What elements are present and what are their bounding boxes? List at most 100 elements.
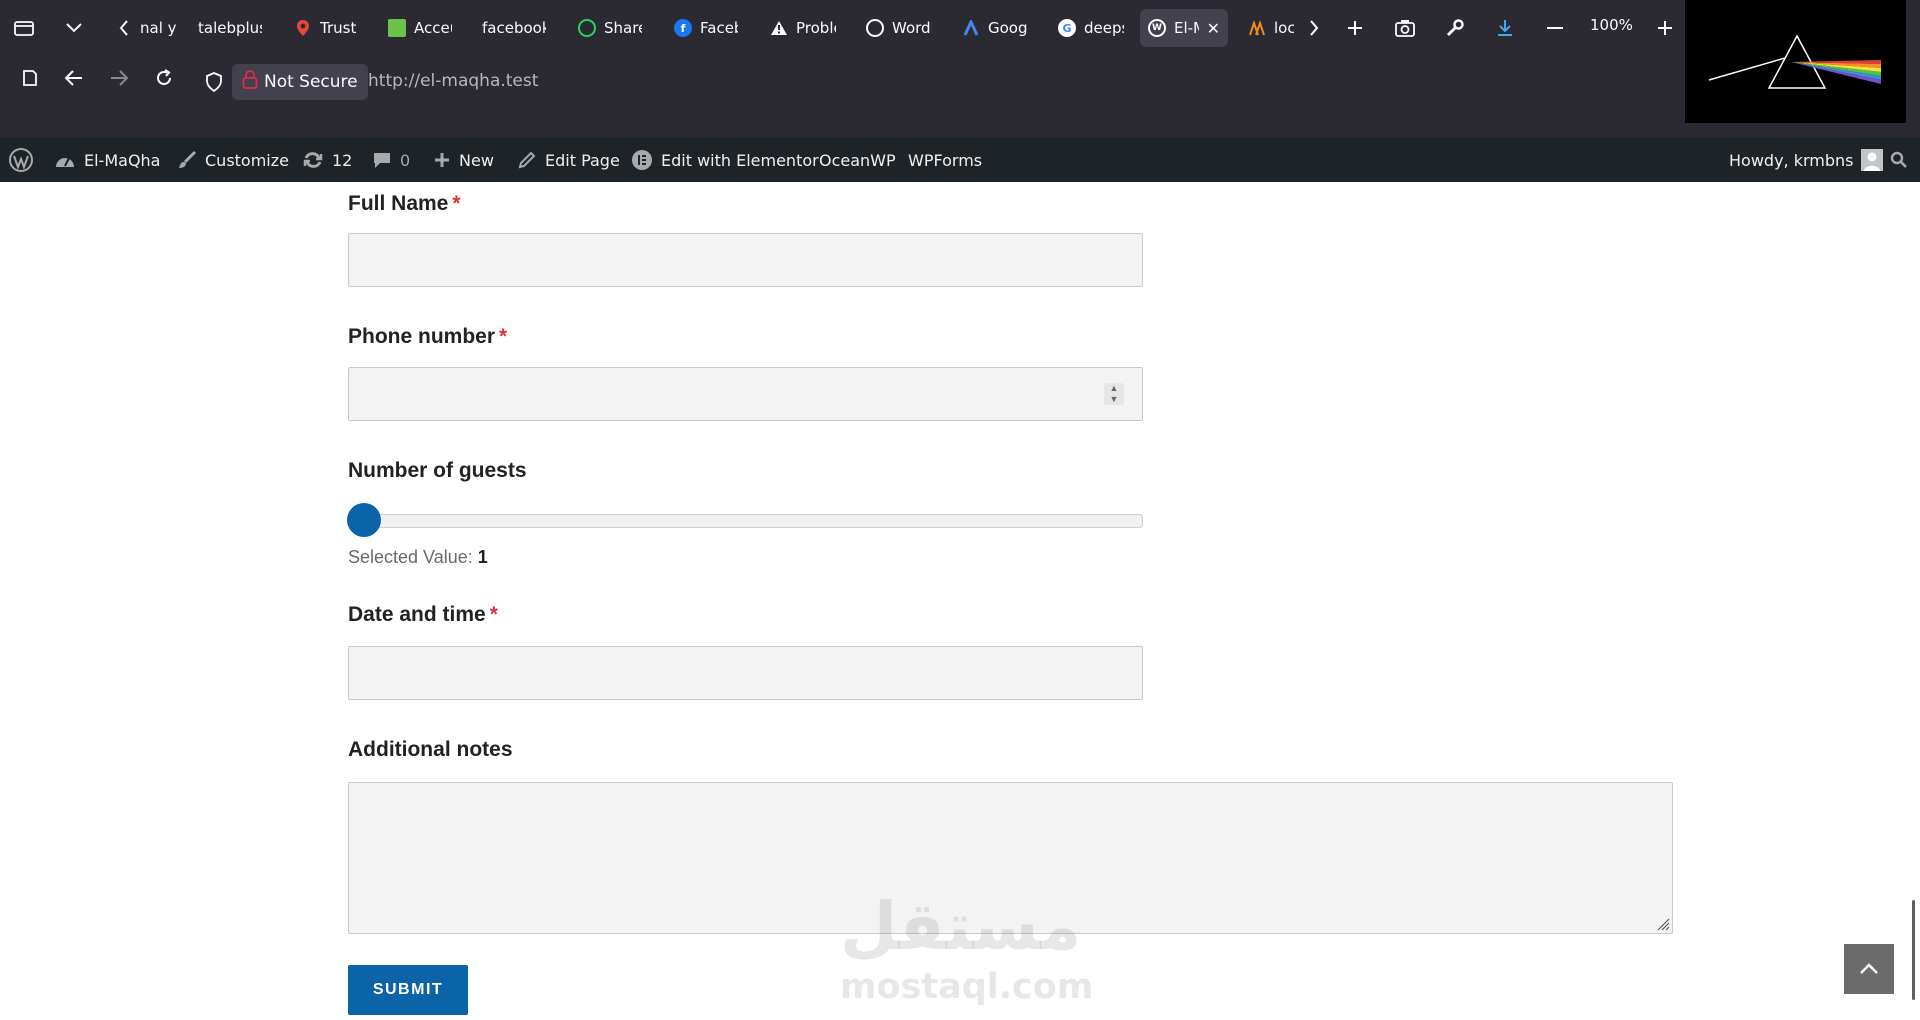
guests-slider-handle[interactable] <box>347 503 381 537</box>
tab-label: talebplusn <box>198 19 262 37</box>
new-label: New <box>459 150 494 170</box>
comments-link[interactable]: 0 <box>372 138 410 182</box>
screenshot-icon[interactable] <box>1389 12 1421 44</box>
page-scrollbar[interactable] <box>1912 900 1915 1000</box>
wpforms-menu[interactable]: WPForms <box>908 138 982 182</box>
tab-8[interactable]: WordI <box>858 9 940 47</box>
zoom-level[interactable]: 100% <box>1590 16 1633 34</box>
new-tab-icon[interactable] <box>1339 12 1371 44</box>
dashboard-gauge-icon <box>54 151 76 169</box>
security-label: Not Secure <box>264 72 358 92</box>
firefox-view-icon[interactable] <box>8 12 40 44</box>
tab-label: loca <box>1274 19 1294 37</box>
required-mark: * <box>499 325 508 348</box>
url-text[interactable]: http://el-maqha.test <box>368 71 538 91</box>
submit-button[interactable]: SUBMIT <box>348 965 468 1015</box>
laragon-icon <box>1248 19 1266 37</box>
account-menu[interactable]: Howdy, krmbns <box>1729 138 1884 182</box>
tab-label: WordI <box>892 19 932 37</box>
insecure-lock-icon <box>242 69 258 95</box>
tab-label: Acceu <box>414 19 452 37</box>
zoom-in-icon[interactable] <box>1649 12 1681 44</box>
site-name: El-MaQha <box>84 150 161 170</box>
prism-thumbnail <box>1685 0 1906 123</box>
edit-page-link[interactable]: Edit Page <box>517 138 620 182</box>
full-name-input[interactable] <box>348 233 1143 287</box>
watermark-latin: mostaql.com <box>840 967 1094 1007</box>
download-icon[interactable] <box>1489 12 1521 44</box>
phone-number-input[interactable]: ▲ ▼ <box>348 367 1143 421</box>
tab-9[interactable]: Googl <box>954 9 1036 47</box>
zoom-out-icon[interactable] <box>1539 12 1571 44</box>
wp-logo-menu[interactable] <box>8 138 34 182</box>
customize-link[interactable]: Customize <box>177 138 289 182</box>
tab-4[interactable]: facebook.c <box>474 9 554 47</box>
tab-1[interactable]: talebplusn <box>190 9 270 47</box>
howdy-label: Howdy, krmbns <box>1729 150 1854 170</box>
search-icon <box>1890 151 1908 169</box>
tab-3[interactable]: Acceu <box>380 9 460 47</box>
tab-bar: nal y talebplusn Trust L Acceu facebook.… <box>0 0 1685 56</box>
required-mark: * <box>489 603 498 626</box>
forward-icon[interactable] <box>103 62 135 94</box>
label-text: Full Name <box>348 192 449 215</box>
chevron-up-icon <box>1860 963 1878 974</box>
edit-page-label: Edit Page <box>545 150 620 170</box>
reload-icon[interactable] <box>148 62 180 94</box>
watermark: مستقل mostaql.com <box>840 887 1094 1007</box>
oceanwp-menu[interactable]: OceanWP <box>819 138 896 182</box>
edit-elementor-label: Edit with Elementor <box>661 150 819 170</box>
additional-notes-label: Additional notes <box>348 738 513 762</box>
admin-search[interactable] <box>1890 138 1908 182</box>
date-time-input[interactable] <box>348 646 1143 700</box>
customize-label: Customize <box>205 150 289 170</box>
tab-0[interactable]: nal y <box>132 9 187 47</box>
wrench-icon[interactable] <box>1439 12 1471 44</box>
scroll-to-top-button[interactable] <box>1844 944 1894 994</box>
updates-link[interactable]: 12 <box>302 138 352 182</box>
tab-label: Faceb <box>700 19 738 37</box>
guests-slider-track[interactable] <box>348 514 1143 528</box>
tab-label: Googl <box>988 19 1028 37</box>
tab-6[interactable]: f Faceb <box>666 9 746 47</box>
tab-5[interactable]: Share <box>570 9 650 47</box>
site-name-menu[interactable]: El-MaQha <box>54 138 160 182</box>
browser-chrome: nal y talebplusn Trust L Acceu facebook.… <box>0 0 1920 138</box>
tab-label: El-M <box>1174 19 1199 37</box>
required-mark: * <box>452 192 461 215</box>
tab-label: facebook.c <box>482 19 546 37</box>
full-name-label: Full Name * <box>348 192 461 216</box>
comment-bubble-icon <box>372 150 392 170</box>
edit-elementor-link[interactable]: Edit with Elementor <box>631 138 819 182</box>
comments-count: 0 <box>400 150 411 170</box>
back-icon[interactable] <box>58 62 90 94</box>
security-indicator[interactable]: Not Secure <box>232 64 368 100</box>
updates-count: 12 <box>332 150 353 170</box>
guests-label: Number of guests <box>348 459 527 483</box>
resize-grip-icon[interactable] <box>1656 917 1670 931</box>
selected-value-number: 1 <box>477 547 488 567</box>
updates-icon <box>302 150 324 170</box>
tab-12[interactable]: loca <box>1240 9 1302 47</box>
plus-icon <box>433 151 451 169</box>
number-spinner-icon[interactable]: ▲ ▼ <box>1104 383 1124 405</box>
sidebar-icon[interactable] <box>14 62 46 94</box>
tab-2[interactable]: Trust L <box>286 9 366 47</box>
scroll-tabs-right-icon[interactable] <box>1298 12 1330 44</box>
google-icon: G <box>1058 19 1076 37</box>
list-all-tabs-icon[interactable] <box>58 12 90 44</box>
facebook-icon: f <box>674 19 692 37</box>
close-tab-icon[interactable]: ✕ <box>1207 19 1220 38</box>
tab-10[interactable]: G deeps <box>1050 9 1132 47</box>
tab-7[interactable]: Proble <box>762 9 844 47</box>
label-text: Date and time <box>348 603 486 626</box>
pencil-icon <box>517 150 537 170</box>
tab-label: Proble <box>796 19 836 37</box>
wordpress-logo-icon <box>8 147 34 173</box>
tab-active[interactable]: W El-M ✕ <box>1140 9 1228 47</box>
new-content-menu[interactable]: New <box>433 138 494 182</box>
label-text: Number of guests <box>348 459 527 482</box>
label-text: Phone number <box>348 325 496 348</box>
tab-label: deeps <box>1084 19 1124 37</box>
shield-icon[interactable] <box>198 66 230 98</box>
